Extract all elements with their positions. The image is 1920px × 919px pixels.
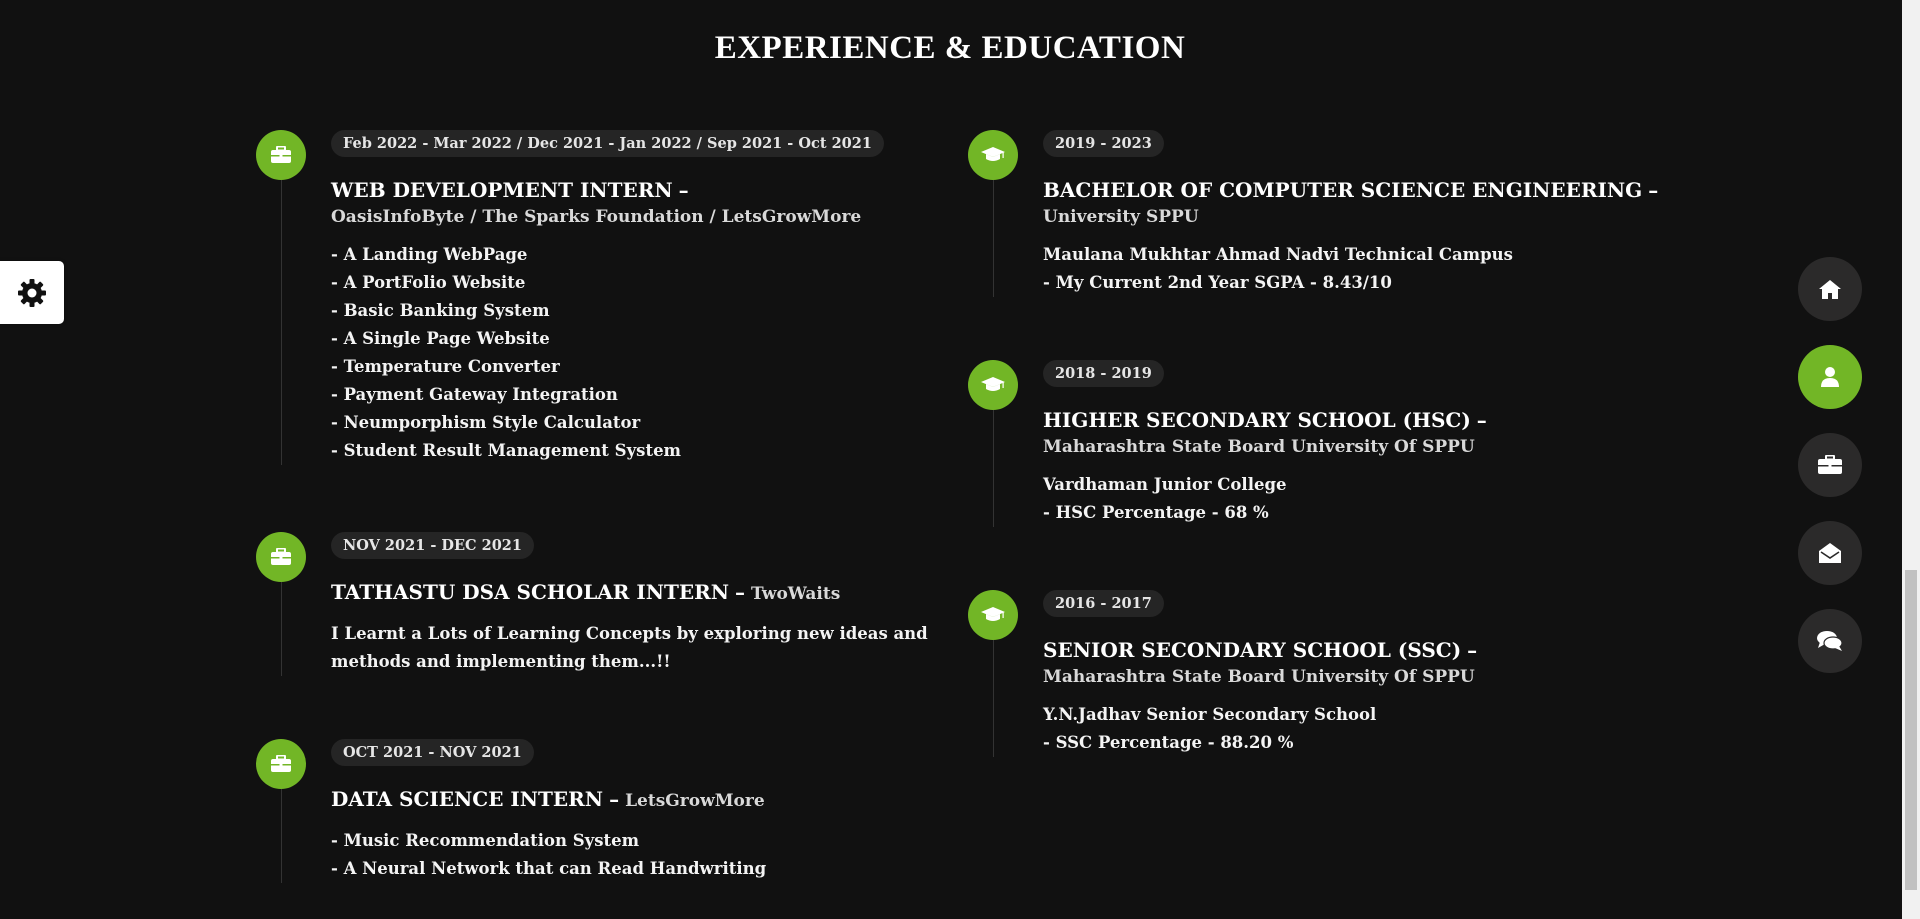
nav-portfolio-button[interactable] — [1798, 433, 1862, 497]
briefcase-icon — [256, 739, 306, 789]
entry-line-text: - HSC Percentage - 68 % — [1043, 503, 1269, 522]
nav-contact-button[interactable] — [1798, 521, 1862, 585]
experience-item: OCT 2021 - NOV 2021 DATA SCIENCE INTERN –… — [256, 739, 936, 883]
graduation-cap-icon — [968, 360, 1018, 410]
entry-line-text: - Payment Gateway Integration — [331, 385, 618, 404]
entry-title-text: BACHELOR OF COMPUTER SCIENCE ENGINEERING — [1043, 178, 1643, 202]
entry-line-text: - Basic Banking System — [331, 301, 550, 320]
graduation-cap-icon — [968, 590, 1018, 640]
timeline-line — [281, 582, 282, 676]
date-badge: 2018 - 2019 — [1043, 360, 1164, 387]
section-title: EXPERIENCE & EDUCATION — [714, 30, 1186, 66]
entry-body: I Learnt a Lots of Learning Concepts by … — [331, 620, 936, 676]
entry-org: OasisInfoByte / The Sparks Foundation / … — [331, 207, 862, 227]
experience-item: NOV 2021 - DEC 2021 TATHASTU DSA SCHOLAR… — [256, 532, 936, 676]
entry-line-text: Maulana Mukhtar Ahmad Nadvi Technical Ca… — [1043, 245, 1513, 264]
entry-line-text: Vardhaman Junior College — [1043, 475, 1287, 494]
title-dash: – — [1476, 408, 1487, 432]
entry-body: - A Landing WebPage - A PortFolio Websit… — [331, 241, 936, 465]
envelope-open-icon — [1819, 543, 1841, 563]
entry-title-text: WEB DEVELOPMENT INTERN — [331, 178, 673, 202]
entry-title: SENIOR SECONDARY SCHOOL (SSC) – Maharashtr… — [1043, 637, 1688, 689]
briefcase-icon — [256, 532, 306, 582]
entry-line-text: - A Single Page Website — [331, 329, 550, 348]
entry-line-text: - My Current 2nd Year SGPA - 8.43/10 — [1043, 273, 1392, 292]
entry-title: DATA SCIENCE INTERN – LetsGrowMore — [331, 786, 936, 815]
date-badge: 2016 - 2017 — [1043, 590, 1164, 617]
entry-line-text: - Temperature Converter — [331, 357, 560, 376]
gear-icon — [18, 278, 46, 307]
entry-title: WEB DEVELOPMENT INTERN – OasisInfoByte / T… — [331, 177, 936, 229]
education-item: 2019 - 2023 BACHELOR OF COMPUTER SCIENCE… — [968, 130, 1688, 297]
timeline-line — [993, 180, 994, 297]
nav-blog-button[interactable] — [1798, 609, 1862, 673]
graduation-cap-icon — [968, 130, 1018, 180]
entry-line-text: - A Landing WebPage — [331, 245, 528, 264]
entry-org: Maharashtra State Board University Of SP… — [1043, 667, 1475, 687]
entry-line-text: - Music Recommendation System — [331, 831, 640, 850]
entry-line-text: - Neumporphism Style Calculator — [331, 413, 641, 432]
entry-title: BACHELOR OF COMPUTER SCIENCE ENGINEERING… — [1043, 177, 1688, 229]
entry-line-text: - Student Result Management System — [331, 441, 682, 460]
nav-home-button[interactable] — [1798, 257, 1862, 321]
entry-org: University SPPU — [1043, 207, 1199, 227]
entry-body: Maulana Mukhtar Ahmad Nadvi Technical Ca… — [1043, 241, 1688, 297]
nav-about-button[interactable] — [1798, 345, 1862, 409]
title-dash: – — [1648, 178, 1659, 202]
entry-title: HIGHER SECONDARY SCHOOL (HSC) – Maharashtr… — [1043, 407, 1688, 459]
entry-title-text: HIGHER SECONDARY SCHOOL (HSC) — [1043, 408, 1471, 432]
title-dash: – — [735, 580, 746, 604]
settings-button[interactable] — [0, 261, 64, 324]
side-nav — [1798, 257, 1862, 697]
entry-body: Y.N.Jadhav Senior Secondary School - SSC… — [1043, 701, 1688, 757]
entry-org: LetsGrowMore — [625, 791, 765, 811]
briefcase-icon — [1818, 455, 1842, 474]
scrollbar-thumb[interactable] — [1905, 570, 1917, 890]
entry-org: TwoWaits — [751, 584, 841, 604]
date-badge: 2019 - 2023 — [1043, 130, 1164, 157]
timeline-line — [281, 180, 282, 465]
entry-title: TATHASTU DSA SCHOLAR INTERN – TwoWaits — [331, 579, 936, 608]
title-dash: – — [1467, 638, 1478, 662]
education-item: 2016 - 2017 SENIOR SECONDARY SCHOOL (SSC… — [968, 590, 1688, 757]
home-icon — [1819, 280, 1841, 299]
entry-title-text: DATA SCIENCE INTERN — [331, 787, 604, 811]
entry-title-text: TATHASTU DSA SCHOLAR INTERN — [331, 580, 730, 604]
title-dash: – — [678, 178, 689, 202]
user-icon — [1821, 367, 1839, 387]
timeline-line — [993, 410, 994, 527]
experience-column: Feb 2022 - Mar 2022 / Dec 2021 - Jan 202… — [256, 130, 936, 883]
entry-org: Maharashtra State Board University Of SP… — [1043, 437, 1475, 457]
scrollbar[interactable] — [1902, 0, 1920, 919]
education-column: 2019 - 2023 BACHELOR OF COMPUTER SCIENCE… — [968, 130, 1688, 757]
entry-line-text: - A Neural Network that can Read Handwri… — [331, 859, 767, 878]
entry-line-text: Y.N.Jadhav Senior Secondary School — [1043, 705, 1377, 724]
timeline-line — [993, 640, 994, 757]
entry-body: Vardhaman Junior College - HSC Percentag… — [1043, 471, 1688, 527]
entry-body: - Music Recommendation System - A Neural… — [331, 827, 936, 883]
entry-title-text: SENIOR SECONDARY SCHOOL (SSC) — [1043, 638, 1462, 662]
education-item: 2018 - 2019 HIGHER SECONDARY SCHOOL (HSC… — [968, 360, 1688, 527]
date-badge: Feb 2022 - Mar 2022 / Dec 2021 - Jan 202… — [331, 130, 884, 157]
briefcase-icon — [256, 130, 306, 180]
timeline-line — [281, 789, 282, 883]
experience-item: Feb 2022 - Mar 2022 / Dec 2021 - Jan 202… — [256, 130, 936, 465]
entry-line-text: - SSC Percentage - 88.20 % — [1043, 733, 1294, 752]
title-dash: – — [609, 787, 620, 811]
date-badge: NOV 2021 - DEC 2021 — [331, 532, 534, 559]
comments-icon — [1817, 631, 1843, 651]
entry-description: I Learnt a Lots of Learning Concepts by … — [331, 624, 928, 671]
entry-line-text: - A PortFolio Website — [331, 273, 526, 292]
date-badge: OCT 2021 - NOV 2021 — [331, 739, 534, 766]
